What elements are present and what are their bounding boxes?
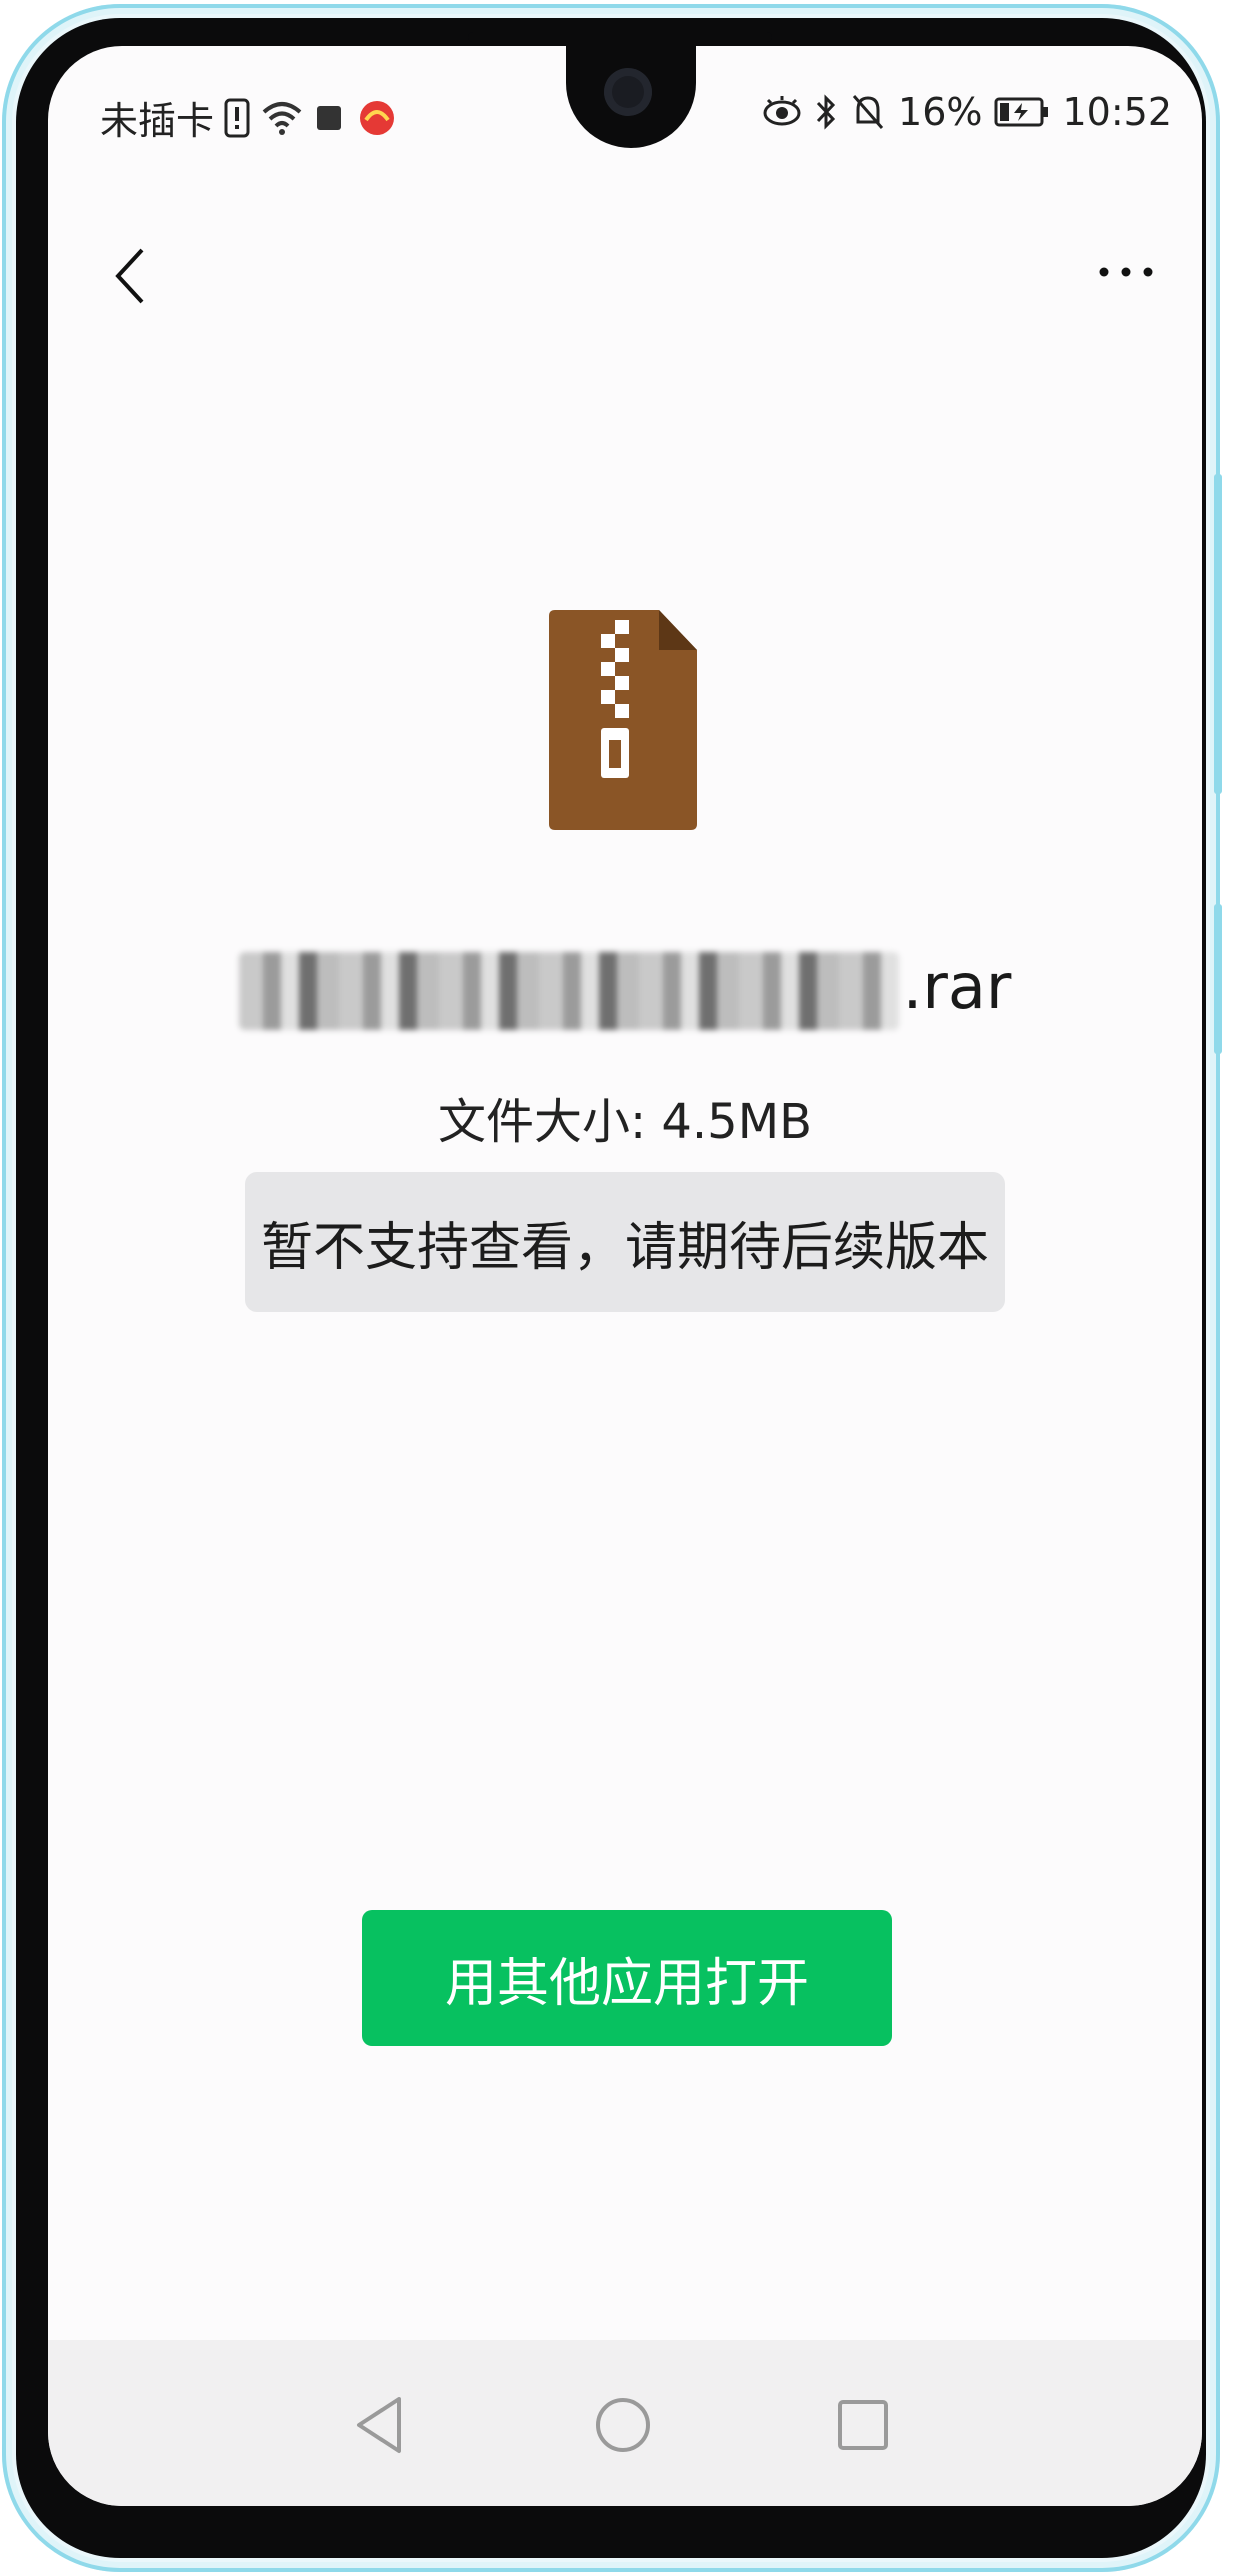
- system-recents-button[interactable]: [828, 2390, 898, 2460]
- status-left: 未插卡: [100, 90, 400, 145]
- status-right: 16% 10:52: [762, 90, 1172, 134]
- system-nav-bar: [48, 2340, 1202, 2506]
- screen: 未插卡 16% 10:52 .rar 文件大小: 4.5MB 暂不支持查看，请期…: [48, 46, 1202, 2506]
- battery-percent: 16%: [898, 90, 983, 134]
- more-options-button[interactable]: [1086, 242, 1166, 302]
- circle-home-icon: [596, 2398, 650, 2452]
- system-home-button[interactable]: [588, 2390, 658, 2460]
- sim-alert-icon: [224, 98, 250, 137]
- open-with-other-app-button[interactable]: 用其他应用打开: [362, 1910, 892, 2046]
- bluetooth-icon: [816, 94, 836, 130]
- app-notification-icon: [360, 100, 395, 135]
- zip-archive-icon: [549, 610, 697, 830]
- system-back-button[interactable]: [344, 2390, 414, 2460]
- top-nav: [48, 206, 1202, 316]
- battery-charging-icon: [994, 97, 1049, 127]
- phone-bezel: 未插卡 16% 10:52 .rar 文件大小: 4.5MB 暂不支持查看，请期…: [16, 18, 1206, 2558]
- back-button[interactable]: [94, 236, 164, 316]
- file-size: 文件大小: 4.5MB: [437, 1094, 813, 1150]
- chevron-left-icon: [115, 248, 144, 304]
- file-extension: .rar: [902, 950, 1012, 1023]
- phone-frame: 未插卡 16% 10:52 .rar 文件大小: 4.5MB 暂不支持查看，请期…: [2, 4, 1222, 2572]
- square-recents-icon: [838, 2400, 888, 2450]
- earpiece-speaker: [468, 32, 772, 42]
- wifi-icon: [262, 101, 302, 135]
- obscured-file-name: [238, 951, 899, 1030]
- eye-comfort-icon: [763, 96, 801, 126]
- volume-button: [1214, 474, 1222, 794]
- clock-time: 10:52: [1062, 90, 1172, 134]
- more-horizontal-icon: [1099, 267, 1153, 277]
- power-button: [1214, 904, 1222, 1054]
- triangle-back-icon: [357, 2397, 401, 2453]
- file-name: .rar: [48, 950, 1202, 1030]
- bell-muted-icon: [852, 95, 884, 129]
- notification-square-icon: [317, 105, 342, 130]
- carrier-text: 未插卡: [100, 99, 215, 143]
- unsupported-notice: 暂不支持查看，请期待后续版本: [245, 1172, 1005, 1312]
- front-camera: [604, 68, 652, 116]
